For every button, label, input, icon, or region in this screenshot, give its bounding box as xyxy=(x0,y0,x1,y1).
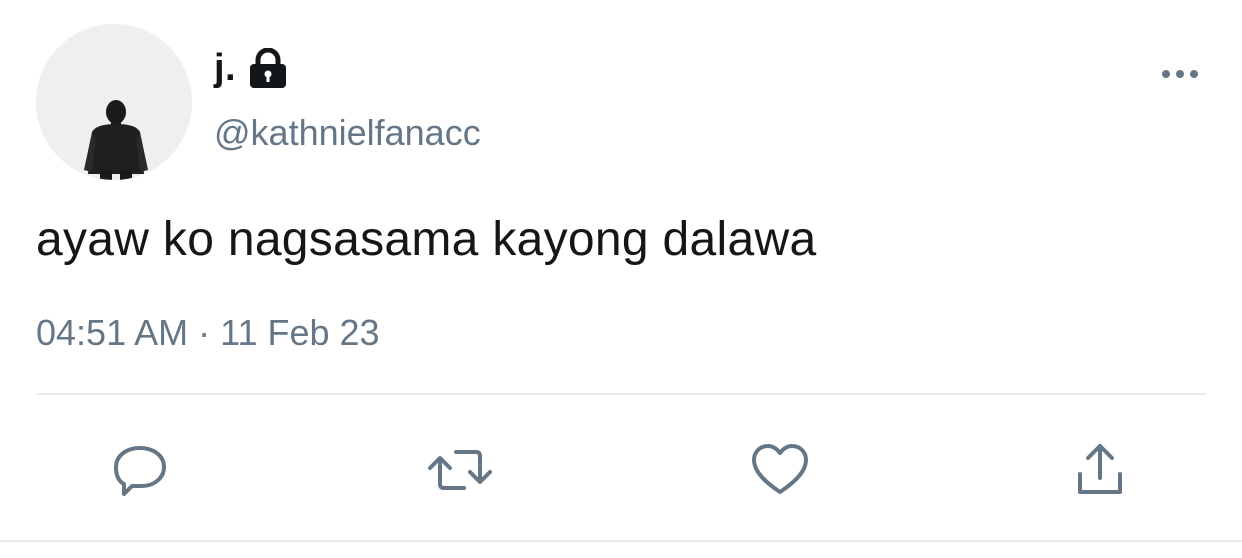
user-handle[interactable]: @kathnielfanacc xyxy=(214,112,481,154)
share-icon xyxy=(1078,444,1122,494)
avatar[interactable] xyxy=(36,24,192,180)
retweet-icon xyxy=(428,450,492,490)
divider xyxy=(36,393,1206,395)
display-name[interactable]: j. xyxy=(214,47,236,90)
share-button[interactable] xyxy=(1064,434,1136,506)
more-icon xyxy=(1162,70,1198,78)
tweet-timestamp[interactable]: 04:51 AM · 11 Feb 23 xyxy=(36,312,380,354)
tweet-card: j. @kathnielfanacc ayaw ko nagsasama kay… xyxy=(0,0,1242,558)
lock-icon xyxy=(246,47,290,88)
tweet-text: ayaw ko nagsasama kayong dalawa xyxy=(36,213,817,266)
reply-icon xyxy=(114,446,166,496)
heart-icon xyxy=(752,444,808,494)
retweet-button[interactable] xyxy=(424,434,496,506)
like-button[interactable] xyxy=(744,434,816,506)
reply-button[interactable] xyxy=(104,434,176,506)
user-name-row: j. xyxy=(214,44,290,92)
bottom-divider xyxy=(0,540,1242,542)
avatar-person-silhouette xyxy=(36,24,192,180)
more-options-button[interactable] xyxy=(1152,56,1208,92)
